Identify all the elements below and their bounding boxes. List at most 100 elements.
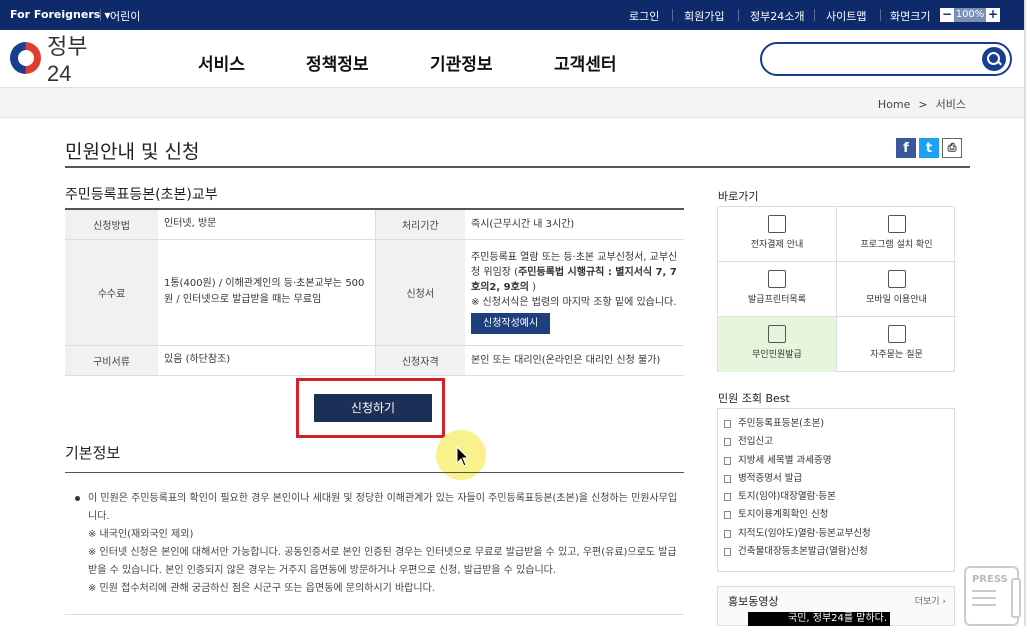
list-item[interactable]: 토지이용계획확인 신청	[724, 506, 954, 524]
docs-label: 구비서류	[65, 345, 158, 376]
document-icon	[724, 438, 731, 447]
search-box	[760, 42, 1012, 76]
document-icon	[724, 420, 731, 428]
main-header: 정부24 서비스 정책정보 기관정보 고객센터	[0, 30, 1026, 88]
document-icon	[724, 548, 731, 557]
press-line	[972, 590, 996, 592]
basic-info-divider	[65, 472, 684, 473]
document-icon	[724, 511, 731, 520]
form-label: 신청서	[374, 239, 465, 346]
list-item[interactable]: 전입신고	[724, 433, 954, 451]
list-item[interactable]: 지방세 세목별 과세증명	[724, 452, 954, 470]
top-utility-bar: For Foreigners ▼ 어린이 로그인 회원가입 정부24소개 사이트맵…	[0, 0, 1026, 30]
promo-video-thumbnail[interactable]: 국민, 정부24를 맡하다.	[748, 612, 890, 626]
quick-printer-list[interactable]: 발급프린터목록	[718, 262, 837, 317]
document-icon	[724, 529, 731, 538]
quick-faq[interactable]: 자주묻는 질문	[837, 317, 956, 372]
quick-payment-guide[interactable]: 전자결제 안내	[718, 207, 837, 262]
fee-label: 수수료	[65, 239, 158, 346]
press-line	[972, 597, 996, 599]
quick-links-grid: 전자결제 안내 프로그램 설치 확인 발급프린터목록 모바일 이용안내 무인민원…	[717, 206, 956, 372]
nav-agency-info[interactable]: 기관정보	[430, 50, 493, 75]
logo-text: 정부24	[47, 34, 88, 86]
press-tab-icon	[1011, 578, 1021, 618]
press-line	[972, 604, 996, 606]
docs-value: 있음 (하단참조)	[158, 345, 375, 376]
monitor-icon	[887, 215, 906, 233]
mobile-icon	[887, 270, 906, 288]
login-link[interactable]: 로그인	[629, 8, 659, 24]
basic-info-line: ※ 인터넷 신청은 본인에 대해서만 가능합니다. 공동인증서로 본인 인증된 …	[88, 547, 677, 576]
breadcrumb-separator: >	[918, 98, 928, 111]
zoom-out-button[interactable]: −	[940, 8, 954, 22]
form-note: ※ 신청서식은 법령의 마지막 조항 밑에 있습니다.	[471, 297, 677, 308]
service-title: 주민등록표등본(초본)교부	[65, 187, 218, 203]
kids-link[interactable]: 어린이	[110, 8, 140, 24]
breadcrumb: Home > 서비스	[874, 96, 970, 112]
list-item[interactable]: 주민등록표등본(초본)	[724, 415, 954, 433]
basic-info-line: 이 민원은 주민등록표의 확인이 필요한 경우 본인이나 세대원 및 정당한 이…	[88, 493, 678, 522]
basic-info-title: 기본정보	[65, 444, 121, 462]
kiosk-icon	[768, 325, 786, 343]
document-icon	[724, 456, 731, 465]
promo-title: 홍보동영상	[728, 595, 779, 608]
divider	[738, 9, 739, 21]
facebook-icon[interactable]: f	[896, 138, 916, 158]
table-row: 신청방법 인터넷, 방문 처리기간 즉시(근무시간 내 3시간)	[65, 209, 684, 240]
press-label: PRESS	[972, 574, 1008, 585]
fee-value: 1통(400원) / 이해관계인의 등·초본교부는 500원 / 인터넷으로 발…	[158, 239, 375, 346]
for-foreigners-menu[interactable]: For Foreigners ▼	[10, 8, 110, 21]
period-value: 즉시(근무시간 내 3시간)	[465, 209, 684, 240]
best-list-title: 민원 조회 Best	[718, 392, 790, 405]
zoom-control: − 100% +	[940, 8, 1000, 22]
download-icon	[768, 215, 786, 233]
search-icon[interactable]	[982, 47, 1006, 71]
list-item[interactable]: 지적도(임야도)열람·등본교부신청	[724, 525, 954, 543]
document-icon	[724, 493, 731, 502]
nav-policy-info[interactable]: 정책정보	[306, 50, 369, 75]
quick-kiosk[interactable]: 무인민원발급	[718, 317, 837, 372]
best-list: 주민등록표등본(초본) 전입신고 지방세 세목별 과세증명 병적증명서 발급 토…	[717, 408, 955, 572]
method-value: 인터넷, 방문	[158, 209, 375, 240]
promo-more-link[interactable]: 더보기 ›	[915, 594, 946, 607]
service-info-table: 신청방법 인터넷, 방문 처리기간 즉시(근무시간 내 3시간) 수수료 1통(…	[65, 208, 684, 376]
breadcrumb-current[interactable]: 서비스	[936, 98, 966, 111]
table-row: 구비서류 있음 (하단참조) 신청자격 본인 또는 대리인(온라인은 대리인 신…	[65, 345, 684, 376]
page-title: 민원안내 및 신청	[65, 141, 200, 163]
divider	[100, 9, 101, 21]
chat-icon	[887, 325, 906, 343]
sitemap-link[interactable]: 사이트맵	[826, 8, 866, 24]
list-item[interactable]: 토지(임야)대장열람·등본	[724, 488, 954, 506]
breadcrumb-home[interactable]: Home	[878, 98, 910, 111]
basic-info-line: ※ 내국인(재외국인 제외)	[88, 529, 194, 540]
quick-mobile-guide[interactable]: 모바일 이용안내	[837, 262, 956, 317]
apply-button[interactable]: 신청하기	[314, 394, 432, 422]
taegeuk-logo-icon	[10, 42, 42, 74]
document-icon	[724, 474, 731, 483]
nav-services[interactable]: 서비스	[198, 50, 245, 75]
nav-customer-center[interactable]: 고객센터	[554, 50, 617, 75]
divider	[814, 9, 815, 21]
twitter-icon[interactable]: t	[919, 138, 939, 158]
join-link[interactable]: 회원가입	[684, 8, 724, 24]
period-label: 처리기간	[374, 209, 465, 240]
mouse-cursor-icon	[456, 446, 470, 467]
title-divider	[65, 166, 970, 168]
zoom-value: 100%	[954, 8, 986, 22]
form-example-button[interactable]: 신청작성예시	[471, 313, 551, 334]
basic-info-body: 이 민원은 주민등록표의 확인이 필요한 경우 본인이나 세대원 및 정당한 이…	[75, 490, 680, 598]
list-item[interactable]: 병적증명서 발급	[724, 470, 954, 488]
method-label: 신청방법	[65, 209, 158, 240]
search-input[interactable]	[776, 49, 976, 69]
breadcrumb-strip: Home > 서비스	[0, 88, 1026, 118]
print-icon[interactable]: ⎙	[942, 138, 962, 158]
about-link[interactable]: 정부24소개	[750, 8, 804, 24]
form-text-end: )	[529, 282, 537, 293]
qualification-value: 본인 또는 대리인(온라인은 대리인 신청 불가)	[465, 345, 684, 376]
divider	[880, 9, 881, 21]
zoom-in-button[interactable]: +	[986, 8, 1000, 22]
quick-program-check[interactable]: 프로그램 설치 확인	[837, 207, 956, 262]
list-item[interactable]: 건축물대장등초본발급(열람)신청	[724, 543, 954, 561]
site-logo[interactable]: 정부24	[10, 34, 110, 86]
press-widget[interactable]: PRESS	[964, 566, 1021, 626]
